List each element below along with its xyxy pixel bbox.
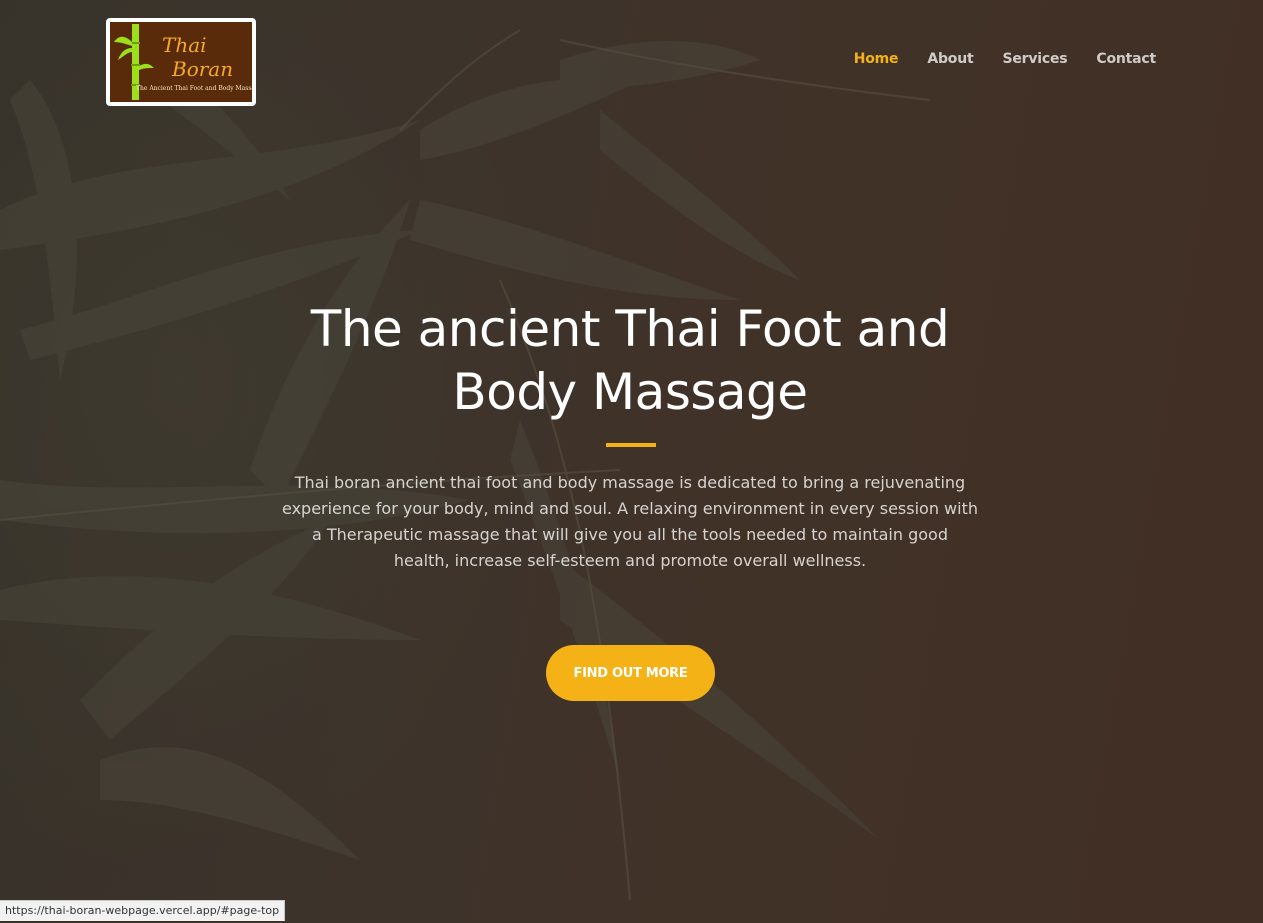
hero-title: The ancient Thai Foot and Body Massage <box>280 298 980 424</box>
logo-tagline: The Ancient Thai Foot and Body Massage <box>136 85 256 92</box>
main-navigation: Home About Services Contact <box>825 51 1156 67</box>
hero-title-line2: Body Massage <box>452 363 808 421</box>
nav-about-link[interactable]: About <box>927 51 973 67</box>
logo-word-thai: Thai <box>162 33 207 57</box>
nav-contact-link[interactable]: Contact <box>1096 51 1156 67</box>
hero-description: Thai boran ancient thai foot and body ma… <box>282 473 978 570</box>
logo-word-boran: Boran <box>172 57 234 81</box>
find-out-more-button[interactable]: FIND OUT MORE <box>546 645 715 701</box>
hero-overlay <box>0 0 1263 923</box>
hero-title-line1: The ancient Thai Foot and <box>310 300 950 358</box>
hero-section: Thai Boran The Ancient Thai Foot and Bod… <box>0 0 1263 923</box>
title-divider <box>606 443 656 447</box>
nav-services-link[interactable]: Services <box>1002 51 1067 67</box>
browser-status-url: https://thai-boran-webpage.vercel.app/#p… <box>0 900 286 921</box>
brand-logo[interactable]: Thai Boran The Ancient Thai Foot and Bod… <box>106 18 256 106</box>
nav-home-link[interactable]: Home <box>854 51 899 67</box>
